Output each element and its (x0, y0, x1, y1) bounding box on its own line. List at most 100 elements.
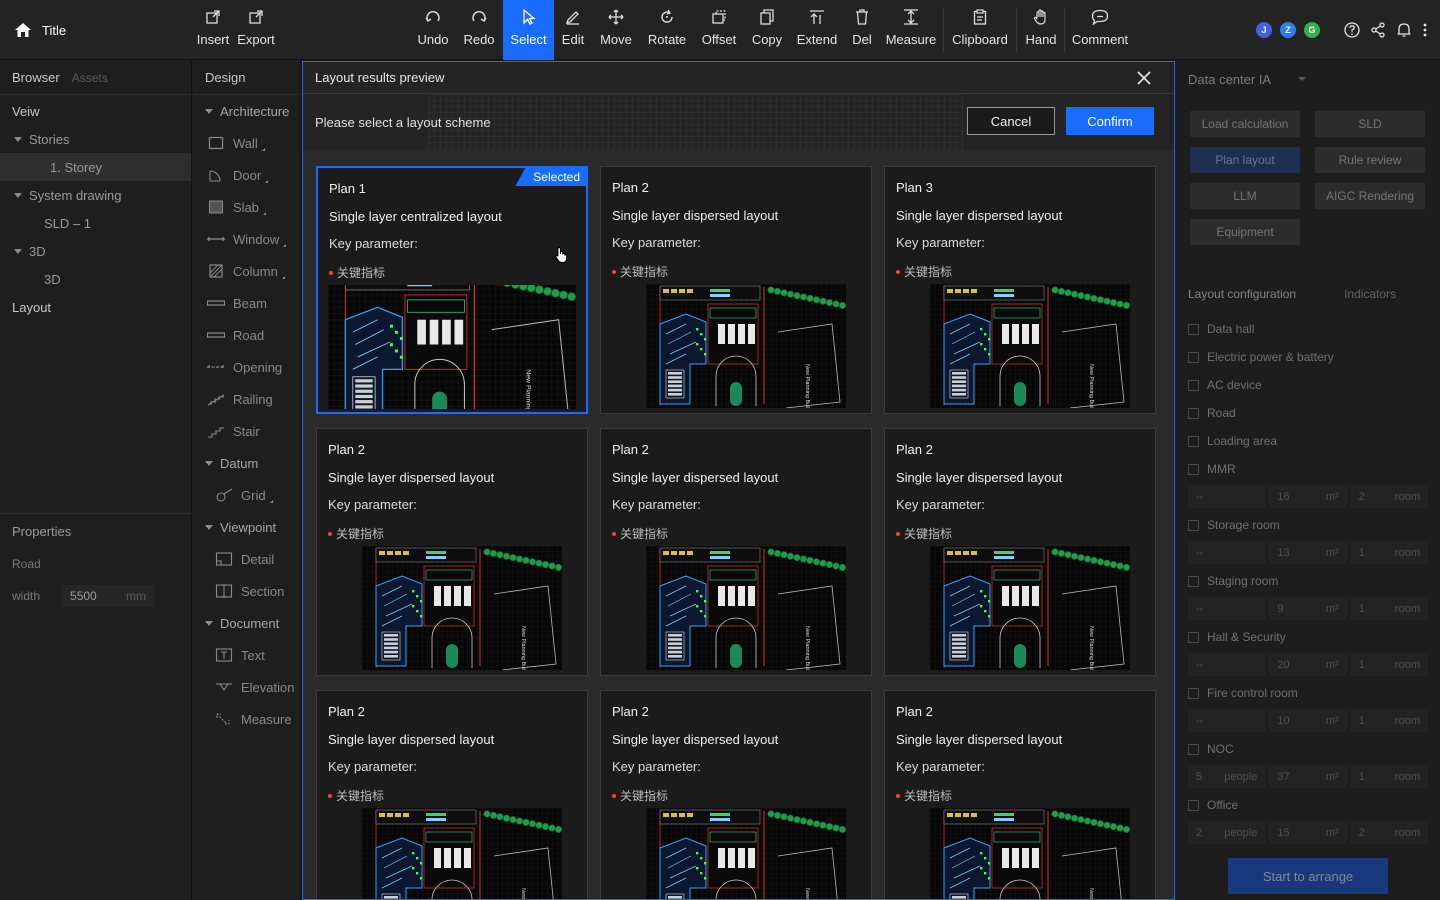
room-input[interactable]: 1 room (1350, 654, 1428, 676)
checkbox[interactable] (1188, 575, 1199, 587)
design-item-opening[interactable]: Opening (193, 351, 300, 383)
start-to-arrange-button[interactable]: Start to arrange (1228, 858, 1388, 894)
design-item-slab[interactable]: Slab (193, 191, 300, 223)
room-input[interactable]: 1 room (1350, 542, 1428, 564)
plan-card[interactable]: Selected Plan 1 Single layer centralized l… (316, 166, 588, 414)
design-item-beam[interactable]: Beam (193, 287, 300, 319)
plan-card[interactable]: Plan 2 Single layer dispersed layout Key p… (316, 428, 588, 676)
plan-layout-button[interactable]: Plan layout (1190, 147, 1300, 173)
design-item-railing[interactable]: Railing (193, 383, 300, 415)
area-input[interactable]: 15 m² (1269, 822, 1347, 844)
export-button[interactable]: Export (236, 0, 276, 60)
aigc-rendering-button[interactable]: AIGC Rendering (1315, 183, 1425, 209)
room-input[interactable]: 1 room (1350, 710, 1428, 732)
tab-layout-configuration[interactable]: Layout configuration (1188, 287, 1296, 309)
area-input[interactable]: 20 m² (1269, 654, 1347, 676)
area-input[interactable]: 9 m² (1269, 598, 1347, 620)
plan-card[interactable]: Plan 2 Single layer dispersed layout Key p… (600, 428, 872, 676)
confirm-button[interactable]: Confirm (1066, 107, 1154, 135)
config-item-storage[interactable]: Storage room (1188, 515, 1428, 535)
design-item-window[interactable]: Window (193, 223, 300, 255)
extend-tool[interactable]: Extend (795, 0, 839, 60)
design-item-section[interactable]: Section (193, 575, 300, 607)
config-item-hall-security[interactable]: Hall & Security (1188, 627, 1428, 647)
checkbox[interactable] (1188, 407, 1199, 419)
tree-stories[interactable]: Stories (0, 125, 191, 153)
measure-tool[interactable]: Measure (885, 0, 937, 60)
area-input[interactable]: 13 m² (1269, 542, 1347, 564)
tree-layout-label[interactable]: Layout (0, 293, 191, 321)
tab-browser[interactable]: Browser (12, 70, 60, 85)
plan-card[interactable]: Plan 2 Single layer dispersed layout Key p… (600, 166, 872, 414)
hand-tool[interactable]: Hand (1024, 0, 1058, 60)
bell-icon[interactable] (1396, 22, 1412, 38)
config-item-mmr[interactable]: MMR (1188, 459, 1428, 479)
config-item-noc[interactable]: NOC (1188, 739, 1428, 759)
design-item-road[interactable]: Road (193, 319, 300, 351)
cancel-button[interactable]: Cancel (967, 107, 1055, 135)
room-input[interactable]: 2 room (1350, 486, 1428, 508)
load-calculation-button[interactable]: Load calculation (1190, 111, 1300, 137)
room-input[interactable]: 2 room (1350, 822, 1428, 844)
room-input[interactable]: 1 room (1350, 598, 1428, 620)
people-input[interactable]: -- (1188, 710, 1266, 732)
checkbox[interactable] (1188, 687, 1199, 699)
group-document[interactable]: Document (193, 607, 300, 639)
offset-tool[interactable]: Offset (700, 0, 738, 60)
rotate-tool[interactable]: Rotate (645, 0, 689, 60)
people-input[interactable]: -- (1188, 654, 1266, 676)
area-input[interactable]: 16 m² (1269, 486, 1347, 508)
checkbox[interactable] (1188, 351, 1199, 363)
move-tool[interactable]: Move (598, 0, 634, 60)
design-item-door[interactable]: Door (193, 159, 300, 191)
tree-3d-item[interactable]: 3D (0, 265, 191, 293)
plan-card[interactable]: Plan 2 Single layer dispersed layout Key p… (884, 428, 1156, 676)
tree-system-drawing[interactable]: System drawing (0, 181, 191, 209)
checkbox[interactable] (1188, 435, 1199, 447)
design-item-column[interactable]: Column (193, 255, 300, 287)
tab-indicators[interactable]: Indicators (1344, 287, 1396, 309)
tab-assets[interactable]: Assets (72, 71, 108, 85)
config-item-loading[interactable]: Loading area (1188, 431, 1428, 451)
equipment-button[interactable]: Equipment (1190, 219, 1300, 245)
design-item-text[interactable]: Text (193, 639, 300, 671)
checkbox[interactable] (1188, 631, 1199, 643)
config-item-ac[interactable]: AC device (1188, 375, 1428, 395)
edit-tool[interactable]: Edit (559, 0, 587, 60)
checkbox[interactable] (1188, 463, 1199, 475)
select-tool[interactable]: Select (503, 0, 554, 60)
people-input[interactable]: -- (1188, 542, 1266, 564)
avatar[interactable]: G (1304, 22, 1320, 38)
copy-tool[interactable]: Copy (750, 0, 784, 60)
design-item-stair[interactable]: Stair (193, 415, 300, 447)
group-datum[interactable]: Datum (193, 447, 300, 479)
width-input[interactable]: 5500 mm (62, 585, 155, 607)
plan-card[interactable]: Plan 2 Single layer dispersed layout Key p… (316, 690, 588, 899)
tree-view-label[interactable]: Veiw (0, 97, 191, 125)
design-item-wall[interactable]: Wall (193, 127, 300, 159)
comment-tool[interactable]: Comment (1071, 0, 1129, 60)
checkbox[interactable] (1188, 323, 1199, 335)
config-item-office[interactable]: Office (1188, 795, 1428, 815)
delete-tool[interactable]: Del (850, 0, 874, 60)
help-icon[interactable] (1344, 22, 1360, 38)
people-input[interactable]: -- (1188, 486, 1266, 508)
room-input[interactable]: 1 room (1350, 766, 1428, 788)
group-architecture[interactable]: Architecture (193, 95, 300, 127)
config-item-road[interactable]: Road (1188, 403, 1428, 423)
design-item-detail[interactable]: Detail (193, 543, 300, 575)
tree-storey-item[interactable]: 1. Storey (0, 153, 191, 181)
undo-button[interactable]: Undo (416, 0, 450, 60)
people-input[interactable]: 5 people (1188, 766, 1266, 788)
app-title-area[interactable]: Title (14, 0, 66, 60)
area-input[interactable]: 37 m² (1269, 766, 1347, 788)
plan-card[interactable]: Plan 2 Single layer dispersed layout Key p… (600, 690, 872, 899)
checkbox[interactable] (1188, 379, 1199, 391)
redo-button[interactable]: Redo (462, 0, 496, 60)
area-input[interactable]: 10 m² (1269, 710, 1347, 732)
clipboard-tool[interactable]: Clipboard (950, 0, 1010, 60)
tree-sld-item[interactable]: SLD – 1 (0, 209, 191, 237)
people-input[interactable]: -- (1188, 598, 1266, 620)
checkbox[interactable] (1188, 743, 1199, 755)
design-item-grid[interactable]: Grid (193, 479, 300, 511)
